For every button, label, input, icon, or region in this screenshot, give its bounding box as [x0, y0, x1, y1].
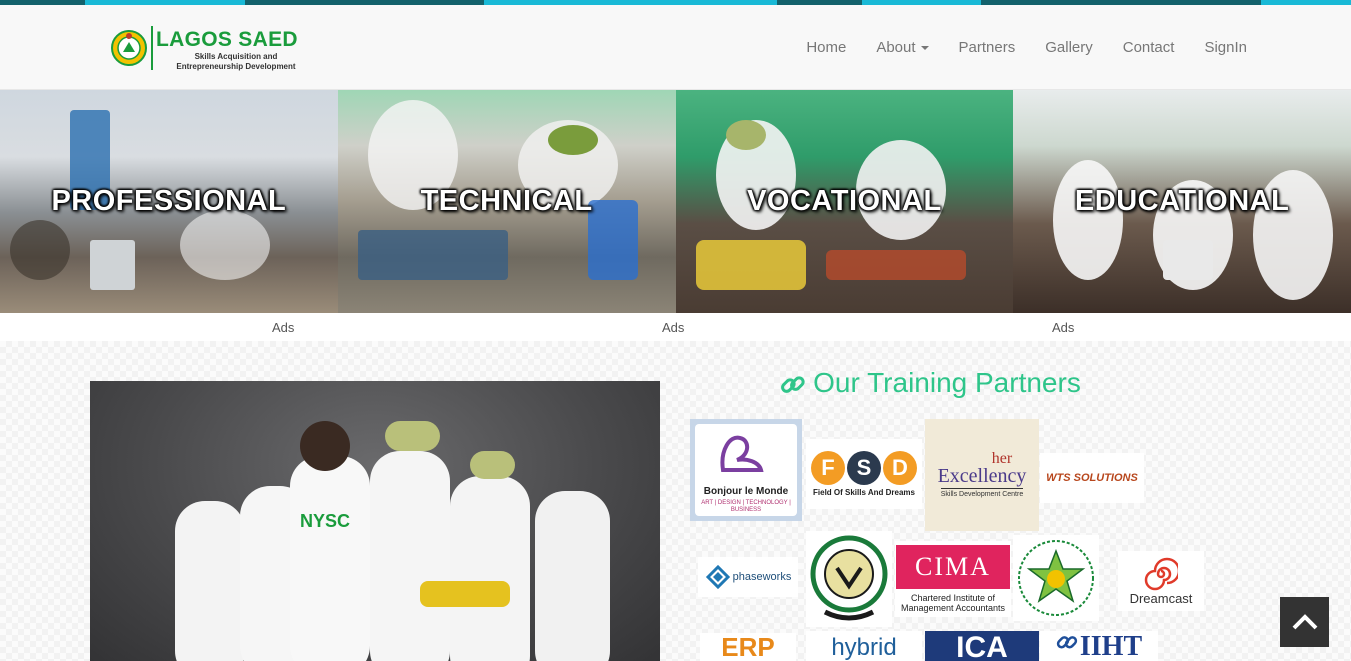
- nav-about[interactable]: About: [876, 38, 929, 56]
- caret-down-icon: [920, 45, 929, 50]
- bonjour-mark-icon: [720, 435, 764, 472]
- brand-tagline-line-1: Skills Acquisition and: [194, 52, 278, 61]
- nav-partners[interactable]: Partners: [959, 39, 1016, 56]
- nav-about-label: About: [876, 38, 916, 56]
- brand-tagline: Skills Acquisition and Entrepreneurship …: [166, 52, 306, 72]
- partner-logo-erp[interactable]: ERP: [700, 633, 796, 661]
- tile-label: TECHNICAL: [420, 185, 593, 217]
- nav-signin[interactable]: SignIn: [1204, 39, 1247, 56]
- partner-logo-hybrid[interactable]: hybrid: [806, 631, 922, 661]
- partner-logo-cima[interactable]: CIMA Chartered Institute of Management A…: [895, 541, 1011, 617]
- partner-logo-her-excellency[interactable]: her Excellency Skills Development Centre: [925, 419, 1039, 531]
- tile-label: EDUCATIONAL: [1074, 185, 1290, 217]
- category-tiles: PROFESSIONAL TECHNICAL VOCATIONAL EDUCAT…: [0, 90, 1351, 313]
- tile-technical[interactable]: TECHNICAL: [337, 90, 676, 313]
- ad-slot[interactable]: Ads: [272, 320, 294, 335]
- tile-vocational[interactable]: VOCATIONAL: [675, 90, 1014, 313]
- phaseworks-mark-icon: [705, 564, 730, 590]
- partner-logo-iiht[interactable]: IIHT: [1040, 631, 1158, 661]
- ica-name: ICA: [956, 631, 1008, 661]
- link-icon: [781, 375, 805, 393]
- ad-slot[interactable]: Ads: [662, 320, 684, 335]
- dreamcast-name: Dreamcast: [1129, 590, 1193, 606]
- cima-name-1: Chartered Institute of: [910, 593, 996, 603]
- cima-mark: CIMA: [896, 545, 1010, 589]
- main-nav: Home About Partners Gallery Contact Sign…: [776, 5, 1247, 89]
- partners-title: Our Training Partners: [813, 367, 1081, 398]
- chevron-up-icon: [1292, 614, 1317, 630]
- nav-contact[interactable]: Contact: [1123, 39, 1175, 56]
- partner-logo-banking-institute[interactable]: [806, 531, 892, 627]
- partner-logo-phaseworks[interactable]: phaseworks: [698, 557, 798, 597]
- brand-tagline-line-2: Entrepreneurship Development: [176, 62, 296, 71]
- fsd-circles: F S D: [811, 451, 917, 485]
- ad-slot[interactable]: Ads: [1052, 320, 1074, 335]
- hero-image: NYSC: [90, 381, 660, 661]
- partner-logo-ica[interactable]: ICA: [925, 631, 1039, 661]
- partner-logo-bonjour[interactable]: Bonjour le Monde ART | DESIGN | TECHNOLO…: [690, 419, 802, 521]
- institute-seal-icon: [810, 535, 888, 621]
- partner-logo-wts[interactable]: WTS SOLUTIONS: [1040, 453, 1144, 503]
- main-content: NYSC Our Training Partners Bonjour le Mo…: [0, 341, 1351, 661]
- wts-name: WTS SOLUTIONS: [1046, 472, 1138, 484]
- cima-name-2: Management Accountants: [900, 603, 1006, 613]
- partners-heading: Our Training Partners: [690, 367, 1170, 399]
- brand-name: LAGOS SAED: [156, 28, 298, 51]
- partner-logo-dreamcast[interactable]: Dreamcast: [1118, 551, 1204, 611]
- iiht-link-icon: [1056, 636, 1078, 649]
- iiht-name: IIHT: [1079, 631, 1143, 661]
- her-name: Excellency: [937, 465, 1027, 487]
- nav-gallery[interactable]: Gallery: [1045, 39, 1093, 56]
- hybrid-name: hybrid: [831, 634, 897, 661]
- nav-home[interactable]: Home: [806, 39, 846, 56]
- dreamcast-swirl-icon: [1144, 557, 1178, 590]
- phaseworks-name: phaseworks: [732, 571, 792, 583]
- logo-divider: [151, 26, 153, 70]
- brand-logo[interactable]: LAGOS SAED Skills Acquisition and Entrep…: [111, 26, 298, 72]
- navbar: LAGOS SAED Skills Acquisition and Entrep…: [0, 5, 1351, 90]
- her-top: her: [991, 450, 1013, 467]
- back-to-top-button[interactable]: [1280, 597, 1329, 647]
- hero-badge: NYSC: [300, 511, 351, 531]
- bonjour-name: Bonjour le Monde: [703, 486, 789, 497]
- bonjour-sub: ART | DESIGN | TECHNOLOGY | BUSINESS: [701, 500, 791, 513]
- erp-name: ERP: [721, 633, 775, 661]
- tile-label: PROFESSIONAL: [51, 185, 287, 217]
- tile-educational[interactable]: EDUCATIONAL: [1013, 90, 1351, 313]
- cipm-seal-icon: [1018, 540, 1094, 616]
- partner-logo-cipm[interactable]: [1013, 535, 1099, 621]
- tile-professional[interactable]: PROFESSIONAL: [0, 90, 338, 313]
- tile-label: VOCATIONAL: [747, 185, 942, 217]
- ads-row: Ads Ads Ads: [0, 313, 1351, 341]
- nysc-seal-icon: [111, 30, 147, 66]
- partner-logo-fsd[interactable]: F S D Field Of Skills And Dreams: [806, 439, 922, 509]
- fsd-name: Field Of Skills And Dreams: [813, 488, 915, 497]
- her-sub: Skills Development Centre: [940, 488, 1024, 498]
